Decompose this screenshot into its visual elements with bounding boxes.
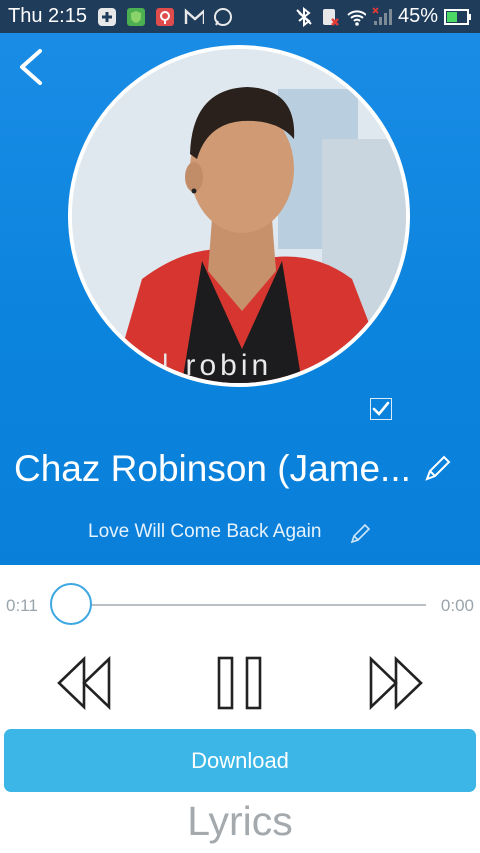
total-time: 0:00: [440, 596, 474, 615]
seek-bar-thumb[interactable]: [50, 583, 92, 625]
edit-subtitle-button[interactable]: [349, 523, 371, 545]
elapsed-time: 0:11: [6, 596, 38, 615]
sim-blocked-icon: [320, 7, 340, 27]
artist-photo: z | robin: [72, 49, 406, 383]
rewind-icon: [57, 655, 111, 711]
add-icon: [97, 7, 117, 27]
battery-percent: 45%: [397, 5, 438, 27]
select-checkbox[interactable]: [370, 398, 392, 420]
wifi-icon: [346, 7, 366, 27]
track-title: Chaz Robinson (Jame...: [14, 448, 411, 489]
gmail-icon: [184, 7, 204, 27]
maps-pin-icon: [155, 7, 175, 27]
album-art: z | robin: [68, 45, 410, 387]
pencil-icon: [350, 523, 371, 544]
rewind-button[interactable]: [56, 655, 112, 711]
edit-title-button[interactable]: [422, 454, 452, 484]
signal-icon: [372, 6, 392, 27]
album-art-caption: z | robin: [130, 349, 272, 382]
chevron-left-icon: [20, 49, 42, 85]
pause-icon: [217, 656, 262, 710]
fast-forward-icon: [369, 655, 423, 711]
pencil-icon: [425, 455, 451, 481]
system-icons: 45%: [294, 5, 472, 28]
pause-button[interactable]: [216, 656, 264, 710]
shield-app-icon: [126, 7, 146, 27]
lyrics-label[interactable]: Lyrics: [0, 798, 480, 845]
fast-forward-button[interactable]: [368, 655, 424, 711]
battery-icon: [444, 7, 472, 27]
download-button[interactable]: Download: [4, 729, 476, 792]
status-bar: Thu 2:15 45%: [0, 0, 480, 33]
notification-icons: [97, 7, 233, 27]
track-header: z | robin Chaz Robinson (Jame... Love Wi…: [0, 33, 480, 565]
status-time: Thu 2:15: [8, 5, 87, 27]
track-subtitle: Love Will Come Back Again: [88, 521, 322, 542]
whatsapp-icon: [213, 7, 233, 27]
back-button[interactable]: [14, 47, 50, 87]
bluetooth-off-icon: [294, 6, 314, 27]
checkmark-icon: [372, 401, 390, 416]
seek-bar-track[interactable]: [72, 604, 426, 606]
